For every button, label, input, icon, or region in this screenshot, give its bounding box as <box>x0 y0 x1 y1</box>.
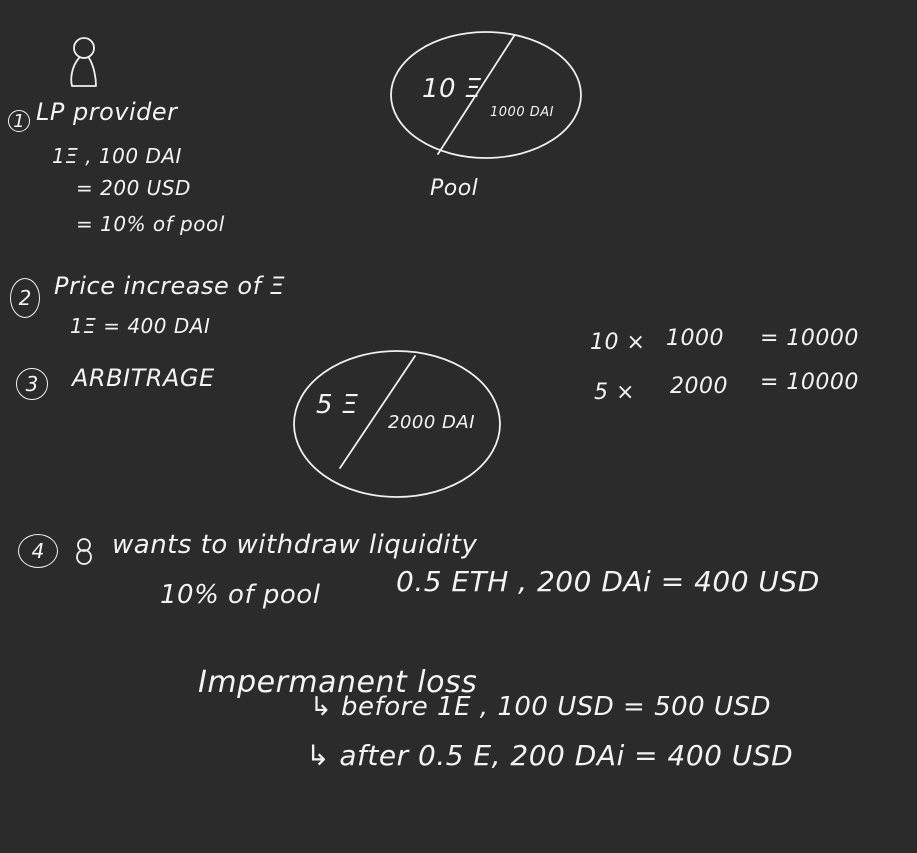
new-price: 1Ξ = 400 DAI <box>70 314 211 338</box>
lp-value-usd: = 200 USD <box>76 176 191 200</box>
pool-circle-top <box>390 31 582 159</box>
withdraw-result: 0.5 ETH , 200 DAi = 400 USD <box>396 565 820 598</box>
il-before: ↳ before 1E , 100 USD = 500 USD <box>310 692 772 722</box>
step-2-badge: 2 <box>10 278 40 318</box>
math-row2-c: = 10000 <box>760 370 859 395</box>
step-4-badge: 4 <box>18 534 58 568</box>
lp-pool-share: = 10% of pool <box>76 212 225 236</box>
math-row2-b: 2000 <box>670 374 728 399</box>
math-row1-b: 1000 <box>666 326 724 351</box>
pool-top-dai: 1000 DAI <box>490 105 554 120</box>
step-3-badge: 3 <box>16 368 48 400</box>
withdraw-share: 10% of pool <box>160 580 321 610</box>
math-row1-a: 10 × <box>590 330 646 355</box>
step-1-badge: 1 <box>8 110 30 132</box>
pool-bottom-dai: 2000 DAI <box>388 412 476 433</box>
lp-deposit: 1Ξ , 100 DAI <box>52 144 182 168</box>
pool-bottom-eth: 5 Ξ <box>316 390 359 420</box>
whiteboard-canvas: 1 LP provider 1Ξ , 100 DAI = 200 USD = 1… <box>0 0 917 853</box>
withdraw-title: wants to withdraw liquidity <box>112 530 478 560</box>
user-icon-step-4 <box>76 538 92 565</box>
person-icon <box>70 37 97 87</box>
pool-caption: Pool <box>430 176 479 201</box>
math-row2-a: 5 × <box>594 380 635 405</box>
price-increase-title: Price increase of Ξ <box>54 272 286 300</box>
lp-provider-title: LP provider <box>36 98 178 126</box>
math-row1-c: = 10000 <box>760 326 859 351</box>
arbitrage-title: ARBITRAGE <box>72 364 215 392</box>
il-after: ↳ after 0.5 E, 200 DAi = 400 USD <box>306 739 794 772</box>
pool-top-eth: 10 Ξ <box>422 74 482 104</box>
